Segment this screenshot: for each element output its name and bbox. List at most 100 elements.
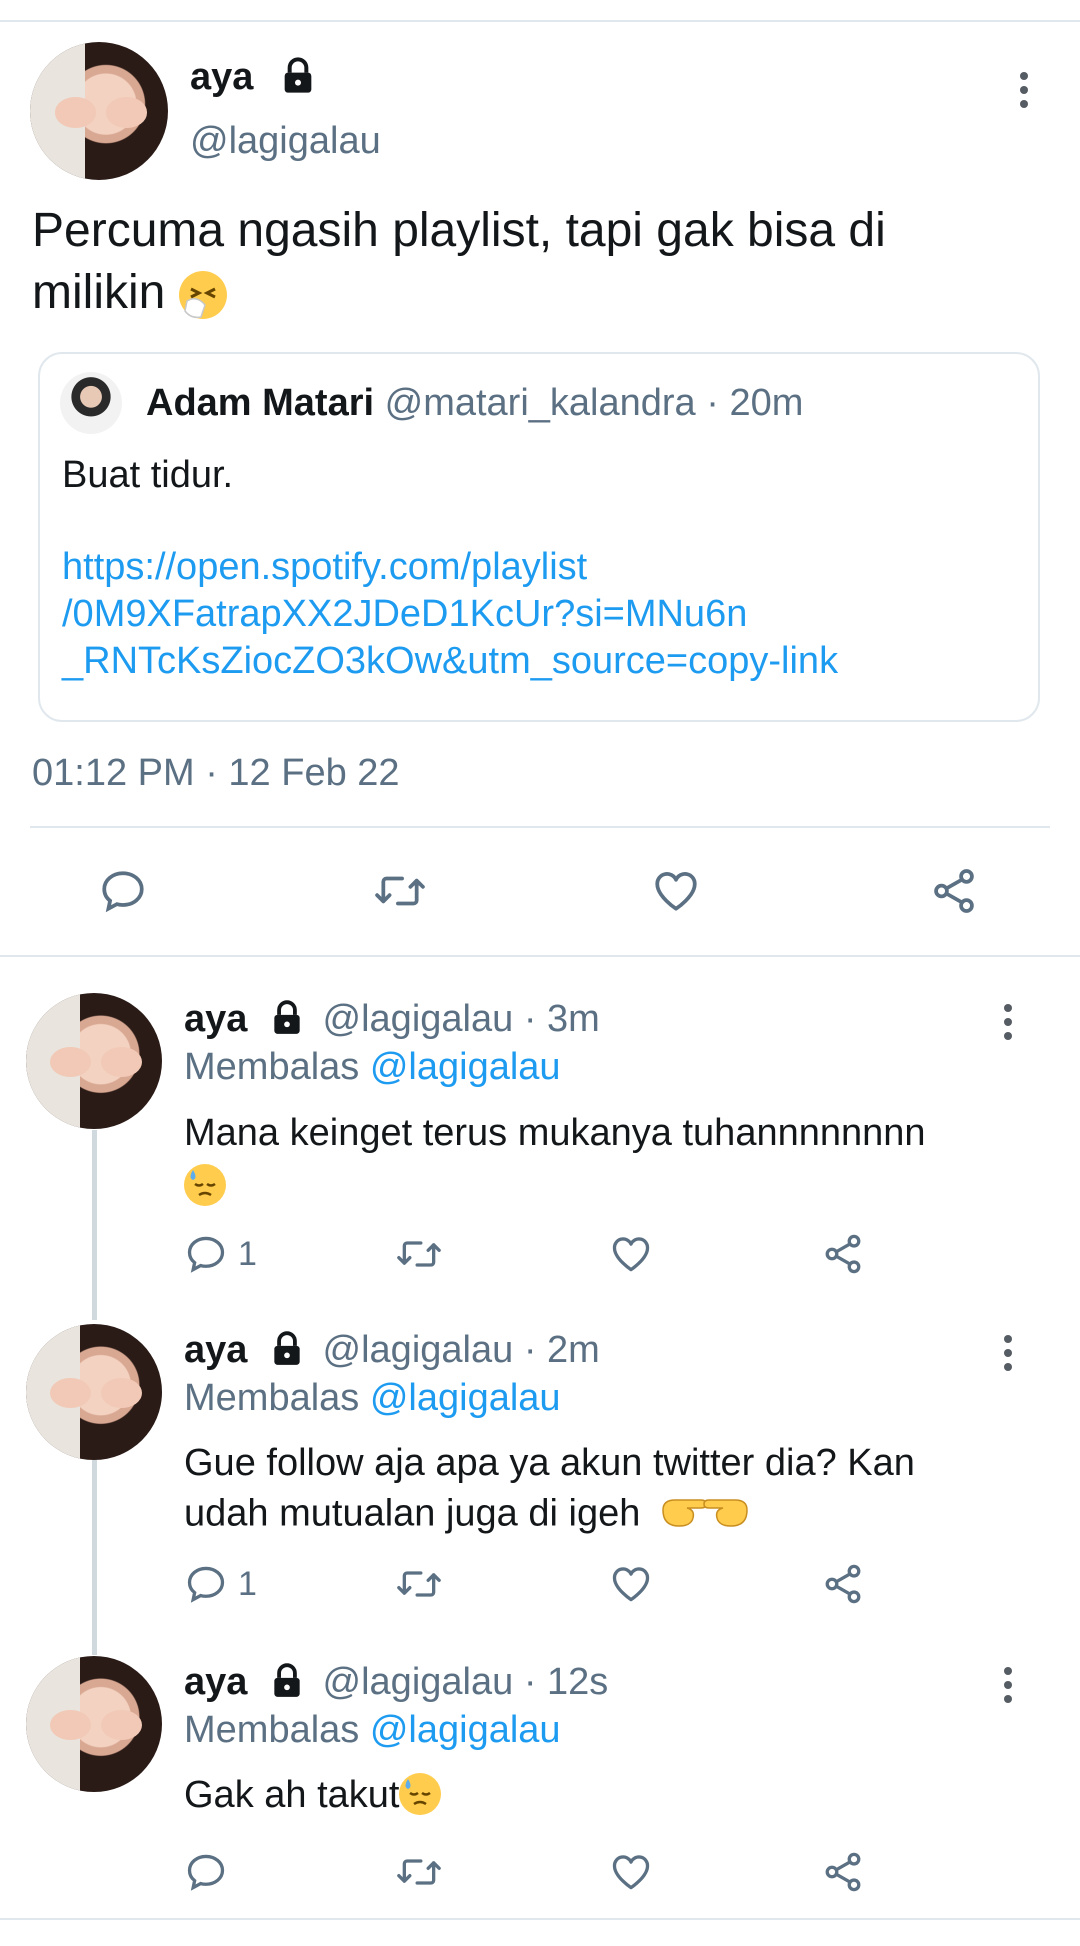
more-vertical-icon[interactable] [1019,72,1029,114]
sneezing-face-icon [178,271,227,320]
quoted-author-handle[interactable]: @matari_kalandra [385,382,696,424]
section-divider [0,955,1080,957]
share-button[interactable] [928,866,980,916]
link-line-2: /0M9XFatrapXX2JDeD1KcUr?si=MNu6n [62,593,748,635]
replying-to: Membalas @lagigalau [184,1377,561,1420]
replying-to: Membalas @lagigalau [184,1709,561,1752]
avatar[interactable] [30,42,168,180]
sweat-face-icon [399,1772,442,1815]
heart-icon [612,1567,650,1602]
link-line-3: _RNTcKsZiocZO3kOw&utm_source=copy-link [62,640,839,682]
reply-button[interactable]: 1 [184,1562,257,1606]
spotify-link[interactable]: https://open.spotify.com/playlist /0M9XF… [62,544,838,685]
link-line-1: https://open.spotify.com/playlist [62,546,588,588]
author-name[interactable]: aya [184,1661,247,1703]
pointing-hands-icon [659,1488,751,1543]
reply-text-line: Gak ah takut [184,1774,400,1816]
author-handle[interactable]: @lagigalau [323,1661,514,1703]
share-button[interactable] [820,1850,866,1894]
retweet-icon [397,1571,441,1597]
reply-text: Gak ah takut [184,1770,442,1820]
reply-header: aya @lagigalau · 2m [184,1329,600,1372]
sweat-face-icon [184,1163,226,1206]
tweet-text: Percuma ngasih playlist, tapi gak bisa d… [32,200,1032,324]
like-button[interactable] [608,1562,654,1606]
tweet-timestamp[interactable]: 01:12 PM · 12 Feb 22 [32,752,400,795]
reply-header: aya @lagigalau · 12s [184,1661,608,1704]
author-name[interactable]: aya [190,56,318,99]
lock-icon [274,1000,300,1034]
share-icon [825,1234,861,1274]
retweet-button[interactable] [372,866,428,916]
reply-text-line: Mana keinget terus mukanya tuhannnnnnnn [184,1112,926,1154]
replying-prefix: Membalas [184,1709,360,1751]
retweet-button[interactable] [394,1562,444,1606]
bottom-divider [0,1918,1080,1920]
heart-icon [655,872,697,911]
author-name-text: aya [190,56,254,98]
retweet-icon [375,876,425,906]
retweet-button[interactable] [394,1850,444,1894]
replying-handle-link[interactable]: @lagigalau [370,1046,561,1088]
share-icon [825,1564,861,1604]
lock-icon [274,1331,300,1365]
lock-icon [274,1663,300,1697]
like-button[interactable] [608,1850,654,1894]
avatar[interactable] [26,1656,162,1792]
reply-text-line-2: udah mutualan juga di igeh [184,1488,1044,1543]
lock-icon [284,57,312,93]
author-name[interactable]: aya [184,1329,247,1371]
author-handle[interactable]: @lagigalau [190,120,381,163]
share-icon [825,1852,861,1892]
reply-time: · 12s [523,1661,609,1703]
reply-count: 1 [238,1564,257,1603]
like-button[interactable] [608,1232,654,1276]
retweet-button[interactable] [394,1232,444,1276]
replying-to: Membalas @lagigalau [184,1046,561,1089]
reply-icon [102,871,144,913]
replying-prefix: Membalas [184,1046,360,1088]
quoted-text: Buat tidur. [62,454,234,496]
more-vertical-icon[interactable] [1003,1667,1013,1709]
quoted-header: Adam Matari @matari_kalandra · 20m [146,382,803,425]
thread-line [92,1460,97,1655]
reply-icon [187,1854,225,1891]
reply-button[interactable] [184,1850,228,1894]
reply-time: · 3m [523,998,600,1040]
author-handle[interactable]: @lagigalau [323,1329,514,1371]
reply-button[interactable]: 1 [184,1232,257,1276]
more-vertical-icon[interactable] [1003,1335,1013,1377]
avatar[interactable] [26,993,162,1129]
tweet-text-content: Percuma ngasih playlist, tapi gak bisa d… [32,204,886,319]
reply-icon [187,1566,225,1603]
reply-header: aya @lagigalau · 3m [184,998,600,1041]
divider [30,826,1050,828]
quoted-avatar[interactable] [60,372,122,434]
top-divider [0,20,1080,22]
replying-handle-link[interactable]: @lagigalau [370,1377,561,1419]
author-name[interactable]: aya [184,998,247,1040]
retweet-icon [397,1859,441,1885]
quoted-time: · 20m [706,382,804,424]
reply-text: Mana keinget terus mukanya tuhannnnnnnn [184,1108,1014,1208]
quoted-tweet[interactable]: Adam Matari @matari_kalandra · 20m Buat … [38,352,1040,722]
share-button[interactable] [820,1232,866,1276]
reply-time: · 2m [523,1329,600,1371]
thread-line [92,1130,97,1320]
reply-count: 1 [238,1234,257,1273]
author-handle[interactable]: @lagigalau [323,998,514,1040]
reply-text: Gue follow aja apa ya akun twitter dia? … [184,1438,1044,1543]
quoted-author-name[interactable]: Adam Matari [146,382,374,424]
like-button[interactable] [650,866,702,916]
heart-icon [612,1237,650,1272]
avatar[interactable] [26,1324,162,1460]
more-vertical-icon[interactable] [1003,1004,1013,1046]
replying-handle-link[interactable]: @lagigalau [370,1709,561,1751]
replying-prefix: Membalas [184,1377,360,1419]
share-icon [934,869,974,913]
heart-icon [612,1855,650,1890]
share-button[interactable] [820,1562,866,1606]
retweet-icon [397,1241,441,1267]
reply-button[interactable] [98,866,148,916]
reply-icon [187,1236,225,1273]
